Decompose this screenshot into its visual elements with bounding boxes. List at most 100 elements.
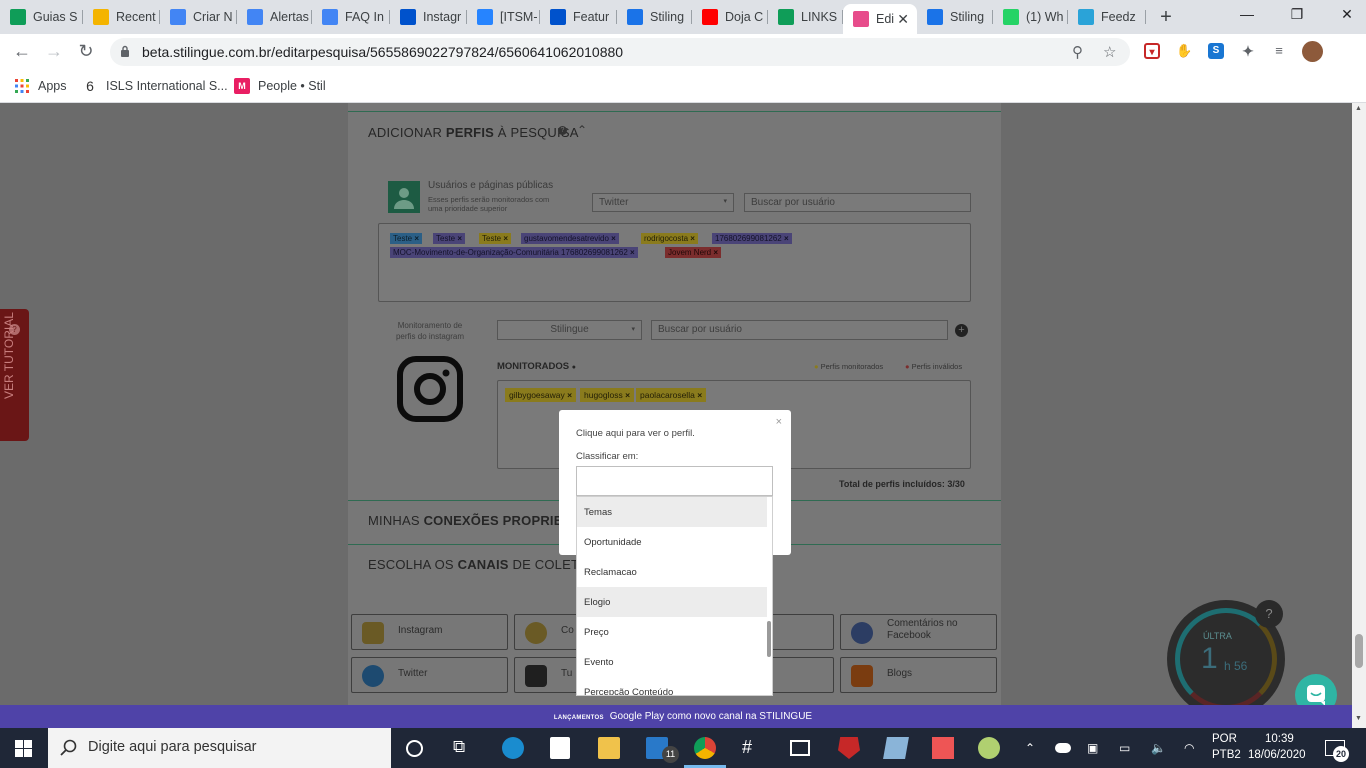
remove-tag-icon[interactable]: × (695, 390, 702, 400)
instagram-search-input[interactable]: Buscar por usuário (651, 320, 948, 340)
classify-option[interactable]: Temas (577, 497, 767, 527)
classify-option[interactable]: Reclamacao (577, 557, 767, 587)
bookmark-apps[interactable]: Apps (14, 78, 67, 94)
classify-option[interactable]: Preço (577, 617, 767, 647)
twitter-profile-tag[interactable]: Jovem Nerd × (665, 247, 722, 258)
channel-card[interactable]: Twitter (351, 657, 508, 693)
remove-tag-icon[interactable]: × (623, 390, 630, 400)
bookmark-people[interactable]: M People • Stil (234, 78, 326, 94)
battery-icon[interactable]: ▭ (1119, 741, 1130, 755)
profile-avatar[interactable] (1302, 41, 1323, 62)
zoom-icon[interactable]: ⚲ (1072, 43, 1083, 61)
twitter-profile-tag[interactable]: gustavomendesatrevido × (521, 233, 619, 244)
add-profile-plus-icon[interactable]: + (955, 324, 968, 337)
remove-tag-icon[interactable]: × (455, 234, 462, 243)
channel-card[interactable]: Comentários no Facebook (840, 614, 997, 650)
twitter-profile-tag[interactable]: rodrigocosta × (641, 233, 698, 244)
capture-icon[interactable]: ▣ (1087, 741, 1098, 755)
taskbar-search[interactable]: Digite aqui para pesquisar (48, 728, 391, 768)
classify-option[interactable]: Oportunidade (577, 527, 767, 557)
media-control-icon[interactable]: ≡ (1271, 43, 1287, 59)
tutorial-tab[interactable]: ? VER TUTORIAL (0, 309, 29, 441)
cortana-icon[interactable] (406, 740, 423, 757)
chrome-icon[interactable] (694, 737, 716, 759)
announcement-banner[interactable]: LANÇAMENTOS Google Play como novo canal n… (0, 705, 1366, 728)
classify-option[interactable]: Percepção Conteúdo (577, 677, 767, 695)
edge-icon[interactable] (502, 737, 524, 759)
tab-1[interactable]: Recent (83, 4, 160, 30)
network-select[interactable]: Twitter ▾ (592, 193, 734, 212)
instagram-profile-tag[interactable]: hugogloss × (580, 388, 635, 402)
tab-11[interactable]: Edi ✕ (843, 4, 917, 34)
tray-chevron-icon[interactable]: ⌃ (1025, 741, 1035, 755)
extension-hand-icon[interactable]: ✋ (1176, 43, 1192, 59)
remove-tag-icon[interactable]: × (412, 234, 419, 243)
extensions-puzzle-icon[interactable]: ✦ (1240, 43, 1256, 59)
close-tab-icon[interactable]: ✕ (897, 11, 909, 28)
help-bubble-icon[interactable]: ? (1255, 600, 1283, 628)
tab-7[interactable]: Featur (540, 4, 617, 30)
task-view-icon[interactable]: ⧉ (453, 737, 475, 759)
classify-option[interactable]: Evento (577, 647, 767, 677)
collapse-chevron-icon[interactable]: ⌃ (577, 123, 587, 137)
tab-12[interactable]: Stiling (917, 4, 993, 30)
bookmark-star-icon[interactable]: ☆ (1103, 43, 1116, 61)
page-scrollbar[interactable]: ▲ ▼ (1352, 103, 1366, 728)
wifi-icon[interactable]: ◠ (1184, 741, 1194, 755)
remove-tag-icon[interactable]: × (711, 248, 718, 257)
notes-icon[interactable] (883, 737, 909, 759)
remove-tag-icon[interactable]: × (501, 234, 508, 243)
language-2[interactable]: PTB2 (1212, 749, 1241, 761)
extension-s-icon[interactable]: S (1208, 43, 1224, 59)
tab-9[interactable]: Doja C (692, 4, 768, 30)
instagram-profile-tag[interactable]: gilbygoesaway × (505, 388, 577, 402)
tab-6[interactable]: [ITSM- (467, 4, 540, 30)
windows-start-icon[interactable] (15, 740, 32, 757)
explorer-icon[interactable] (598, 737, 620, 759)
tab-2[interactable]: Criar N (160, 4, 237, 30)
remove-tag-icon[interactable]: × (628, 248, 635, 257)
remove-tag-icon[interactable]: × (688, 234, 695, 243)
extension-mcafee-icon[interactable]: ▾ (1144, 43, 1160, 59)
help-icon[interactable]: ? (558, 126, 567, 135)
tab-13[interactable]: (1) Wh (993, 4, 1068, 30)
classify-search-input[interactable] (576, 466, 773, 496)
reload-icon[interactable]: ↻ (75, 41, 97, 62)
search-user-input[interactable]: Buscar por usuário (744, 193, 971, 212)
account-select[interactable]: Stilingue ▾ (497, 320, 642, 340)
minimize-button[interactable]: — (1237, 6, 1257, 22)
clock-time[interactable]: 10:39 (1265, 733, 1294, 745)
close-icon[interactable]: × (776, 416, 782, 428)
list-scrollbar[interactable] (767, 621, 771, 657)
view-profile-link[interactable]: Clique aqui para ver o perfil. (576, 428, 695, 439)
tab-4[interactable]: FAQ In (312, 4, 390, 30)
monitor-app-icon[interactable] (790, 740, 810, 756)
channel-card[interactable]: Blogs (840, 657, 997, 693)
mcafee-icon[interactable] (838, 737, 860, 759)
store-icon[interactable] (550, 737, 570, 759)
address-bar[interactable]: beta.stilingue.com.br/editarpesquisa/565… (110, 38, 1130, 66)
instagram-profile-tag[interactable]: paolacarosella × (636, 388, 707, 402)
forward-icon[interactable]: → (43, 41, 65, 62)
tab-8[interactable]: Stiling (617, 4, 692, 30)
twitter-profile-tag[interactable]: Teste × (479, 233, 512, 244)
twitter-profile-tag[interactable]: MOC-Movimento-de-Organização-Comunitária… (390, 247, 638, 258)
scroll-thumb[interactable] (1355, 634, 1363, 668)
tab-3[interactable]: Alertas (237, 4, 312, 30)
volume-icon[interactable]: 🔈 (1151, 741, 1166, 755)
tab-10[interactable]: LINKS (768, 4, 843, 30)
maximize-button[interactable]: ❐ (1287, 6, 1307, 23)
paint-icon[interactable] (978, 737, 1000, 759)
remove-tag-icon[interactable]: × (782, 234, 789, 243)
language-1[interactable]: POR (1212, 733, 1237, 745)
twitter-profile-tag[interactable]: Teste × (390, 233, 423, 244)
scroll-down-icon[interactable]: ▼ (1355, 715, 1362, 722)
tab-14[interactable]: Feedz (1068, 4, 1146, 30)
twitter-profile-tag[interactable]: 176802699081262 × (712, 233, 792, 244)
scroll-up-icon[interactable]: ▲ (1355, 105, 1362, 112)
slack-icon[interactable]: # (742, 737, 764, 759)
clock-date[interactable]: 18/06/2020 (1248, 749, 1306, 761)
twitter-profile-tag[interactable]: Teste × (433, 233, 466, 244)
channel-card[interactable]: Instagram (351, 614, 508, 650)
popcorn-icon[interactable] (932, 737, 954, 759)
